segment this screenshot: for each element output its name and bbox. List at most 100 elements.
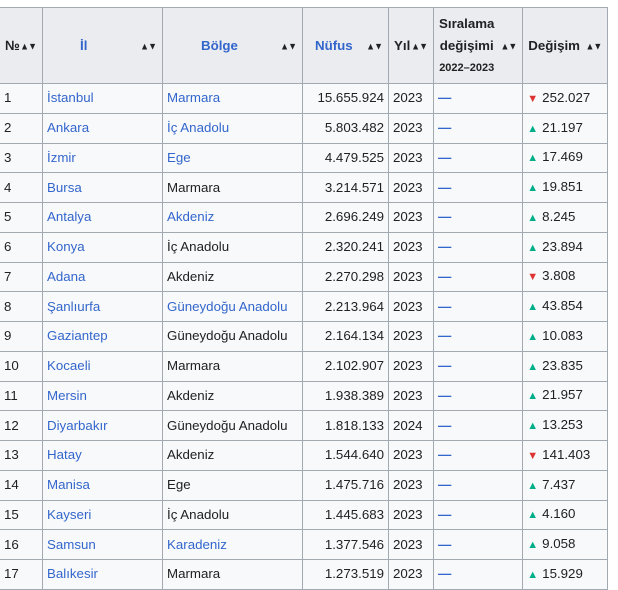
province-link[interactable]: Diyarbakır xyxy=(47,418,108,433)
population-cell: 15.655.924 xyxy=(302,83,389,114)
column-header-yil[interactable]: Yıl ▲▼ xyxy=(388,7,434,84)
table-row: 7 Adana Akdeniz 2.270.298 2023 — ▼ 3.808 xyxy=(0,261,609,293)
region-link[interactable]: Ege xyxy=(167,150,191,165)
change-value: 21.957 xyxy=(542,387,583,403)
rank-change-cell: — xyxy=(432,83,524,114)
change-cell: ▲ 15.929 xyxy=(522,559,609,590)
province-cell: Bursa xyxy=(42,172,163,203)
rank-change-cell: — xyxy=(432,112,524,144)
region-cell: Güneydoğu Anadolu xyxy=(162,410,303,441)
up-triangle-icon: ▲ xyxy=(527,509,539,522)
year-cell: 2023 xyxy=(388,321,434,352)
province-cell: İzmir xyxy=(42,142,163,174)
province-cell: Antalya xyxy=(42,202,163,233)
region-cell: Marmara xyxy=(162,559,303,590)
rank-change-label-line2: değişimi xyxy=(439,37,494,53)
province-cell: Şanlıurfa xyxy=(42,291,163,322)
table-row: 5 Antalya Akdeniz 2.696.249 2023 — ▲ 8.24… xyxy=(0,202,609,233)
column-header-degisim[interactable]: Değişim ▲▼ xyxy=(522,7,609,84)
down-triangle-icon: ▼ xyxy=(527,92,539,105)
rank-change-cell: — xyxy=(432,529,524,560)
province-link[interactable]: Konya xyxy=(47,239,85,254)
rank-change-cell: — xyxy=(432,440,524,471)
rank-cell: 14 xyxy=(0,469,43,501)
table-row: 2 Ankara İç Anadolu 5.803.482 2023 — ▲ 21… xyxy=(0,112,609,144)
sort-icon[interactable]: ▲▼ xyxy=(366,37,383,55)
region-link[interactable]: Güneydoğu Anadolu xyxy=(167,299,288,314)
region-text: Akdeniz xyxy=(167,387,215,403)
province-link[interactable]: Mersin xyxy=(47,388,87,403)
down-triangle-icon: ▼ xyxy=(527,449,539,462)
population-cell: 1.938.389 xyxy=(302,380,389,412)
column-header-nufus-label[interactable]: Nüfus xyxy=(315,38,353,54)
change-value: 4.160 xyxy=(542,506,576,522)
province-link[interactable]: Gaziantep xyxy=(47,328,108,343)
rank-cell: 10 xyxy=(0,350,43,382)
dash-no-change-icon: — xyxy=(438,566,452,582)
region-link[interactable]: Akdeniz xyxy=(167,209,214,224)
table-row: 17 Balıkesir Marmara 1.273.519 2023 — ▲ 1… xyxy=(0,559,609,590)
year-cell: 2023 xyxy=(388,261,434,293)
up-triangle-icon: ▲ xyxy=(527,152,539,165)
province-link[interactable]: Kocaeli xyxy=(47,358,91,373)
rank-change-label-line1: Sıralama xyxy=(439,15,495,31)
region-link[interactable]: Karadeniz xyxy=(167,537,227,552)
change-value: 19.851 xyxy=(542,179,583,195)
dash-no-change-icon: — xyxy=(438,298,452,314)
change-cell: ▲ 10.083 xyxy=(522,321,609,352)
region-link[interactable]: İç Anadolu xyxy=(167,120,229,135)
rank-cell: 13 xyxy=(0,440,43,471)
population-cell: 1.475.716 xyxy=(302,469,389,501)
sort-icon[interactable]: ▲▼ xyxy=(500,37,517,55)
column-header-il[interactable]: İl ▲▼ xyxy=(42,7,163,84)
column-header-bolge-label[interactable]: Bölge xyxy=(201,38,238,54)
sort-icon[interactable]: ▲▼ xyxy=(20,37,37,55)
region-text: Ege xyxy=(167,477,191,493)
province-link[interactable]: Kayseri xyxy=(47,507,91,522)
sort-icon[interactable]: ▲▼ xyxy=(140,37,157,55)
rank-change-cell: — xyxy=(432,291,524,322)
rank-cell: 4 xyxy=(0,172,43,203)
dash-no-change-icon: — xyxy=(438,506,452,522)
province-link[interactable]: Ankara xyxy=(47,120,89,135)
province-link[interactable]: İzmir xyxy=(47,150,76,165)
population-cell: 2.270.298 xyxy=(302,261,389,293)
rank-cell: 11 xyxy=(0,380,43,412)
column-header-rank-change[interactable]: Sıralama değişimi 2022–2023 ▲▼ xyxy=(432,7,524,84)
column-header-rank[interactable]: № ▲▼ xyxy=(0,7,43,84)
column-header-il-label[interactable]: İl xyxy=(80,38,87,54)
up-triangle-icon: ▲ xyxy=(527,182,539,195)
province-link[interactable]: Adana xyxy=(47,269,85,284)
column-header-bolge[interactable]: Bölge ▲▼ xyxy=(162,7,303,84)
rank-cell: 8 xyxy=(0,291,43,322)
province-link[interactable]: Şanlıurfa xyxy=(47,299,100,314)
rank-change-cell: — xyxy=(432,261,524,293)
region-cell: Marmara xyxy=(162,83,303,114)
sort-icon[interactable]: ▲▼ xyxy=(585,37,602,55)
down-triangle-icon: ▼ xyxy=(527,271,539,284)
year-cell: 2023 xyxy=(388,83,434,114)
region-cell: Karadeniz xyxy=(162,529,303,560)
sort-icon[interactable]: ▲▼ xyxy=(411,37,428,55)
rank-change-cell: — xyxy=(432,350,524,382)
dash-no-change-icon: — xyxy=(438,179,452,195)
up-triangle-icon: ▲ xyxy=(527,390,539,403)
province-link[interactable]: Balıkesir xyxy=(47,566,98,581)
province-link[interactable]: İstanbul xyxy=(47,90,94,105)
column-header-nufus[interactable]: Nüfus ▲▼ xyxy=(302,7,389,84)
region-cell: Güneydoğu Anadolu xyxy=(162,291,303,322)
province-link[interactable]: Samsun xyxy=(47,537,96,552)
province-cell: Hatay xyxy=(42,440,163,471)
year-cell: 2023 xyxy=(388,499,434,531)
year-cell: 2023 xyxy=(388,559,434,590)
region-link[interactable]: Marmara xyxy=(167,90,220,105)
rank-cell: 5 xyxy=(0,202,43,233)
province-cell: Gaziantep xyxy=(42,321,163,352)
change-value: 8.245 xyxy=(542,208,576,224)
province-link[interactable]: Antalya xyxy=(47,209,91,224)
province-link[interactable]: Bursa xyxy=(47,180,82,195)
province-link[interactable]: Manisa xyxy=(47,477,90,492)
change-cell: ▼ 3.808 xyxy=(522,261,609,293)
sort-icon[interactable]: ▲▼ xyxy=(280,37,297,55)
province-link[interactable]: Hatay xyxy=(47,447,82,462)
